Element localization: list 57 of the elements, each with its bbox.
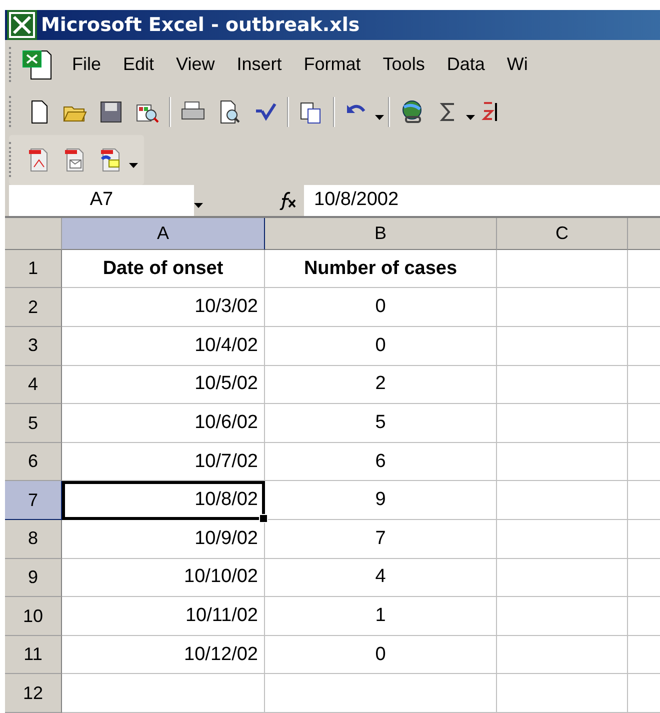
row-header[interactable]: 10: [5, 597, 62, 636]
menu-item[interactable]: Tools: [372, 54, 436, 75]
column-header[interactable]: A: [62, 218, 265, 250]
table-cell: Date of onset: [62, 250, 265, 288]
menu-item[interactable]: View: [165, 54, 226, 75]
name-box[interactable]: A7: [9, 184, 194, 216]
table-cell: 4: [265, 558, 497, 598]
function-icon[interactable]: [278, 190, 298, 210]
row-header[interactable]: 8: [5, 520, 62, 559]
row-header[interactable]: 1: [5, 250, 62, 288]
table-cell: 0: [265, 288, 497, 328]
table-cell: 0: [265, 327, 497, 366]
table-cell: 2: [265, 366, 497, 404]
menu-item[interactable]: Insert: [226, 54, 293, 75]
menu-item[interactable]: Format: [292, 54, 372, 75]
table-cell: 5: [265, 404, 497, 443]
caret-icon[interactable]: [466, 114, 475, 121]
caret-icon[interactable]: [375, 114, 384, 121]
row-header[interactable]: 2: [5, 288, 62, 328]
table-cell: 0: [265, 636, 497, 674]
table-cell: 10/11/02: [62, 597, 265, 636]
table-cell: 10/9/02: [62, 520, 265, 559]
table-cell: 10/5/02: [62, 366, 265, 404]
caret-icon[interactable]: [194, 203, 203, 210]
table-cell: 7: [265, 520, 497, 559]
active-cell: 10/8/02: [62, 481, 265, 520]
row-header[interactable]: 6: [5, 442, 62, 482]
window-title: Microsoft Excel - outbreak.xls: [41, 14, 360, 36]
table-cell: 10/6/02: [62, 404, 265, 443]
row-header[interactable]: 7: [5, 481, 62, 520]
table-cell: 10/7/02: [62, 442, 265, 482]
column-header[interactable]: C: [497, 218, 628, 250]
table-cell: 10/4/02: [62, 327, 265, 366]
menu-item[interactable]: Wi: [496, 54, 539, 75]
menu-item[interactable]: Edit: [112, 54, 166, 75]
corner-header[interactable]: [5, 218, 62, 250]
table-cell: 10/12/02: [62, 636, 265, 674]
row-header[interactable]: 11: [5, 636, 62, 674]
spreadsheet-app-icon: [7, 10, 37, 40]
table-cell: 6: [265, 442, 497, 482]
table-cell: Number of cases: [265, 250, 497, 288]
table-cell: 10/3/02: [62, 288, 265, 328]
row-header[interactable]: 5: [5, 404, 62, 443]
table-cell: 1: [265, 597, 497, 636]
table-cell: 10/10/02: [62, 558, 265, 598]
menu-item[interactable]: Data: [436, 54, 496, 75]
row-header[interactable]: 4: [5, 366, 62, 404]
caret-icon[interactable]: [129, 162, 138, 168]
menu-item[interactable]: File: [61, 54, 112, 75]
row-header[interactable]: 12: [5, 674, 62, 713]
formula-field[interactable]: 10/8/2002: [304, 184, 660, 216]
column-header[interactable]: B: [265, 218, 497, 250]
row-header[interactable]: 9: [5, 558, 62, 598]
row-header[interactable]: 3: [5, 327, 62, 366]
table-cell: 9: [265, 481, 497, 520]
fill-handle[interactable]: [259, 514, 268, 524]
save-icon[interactable]: [98, 98, 124, 125]
